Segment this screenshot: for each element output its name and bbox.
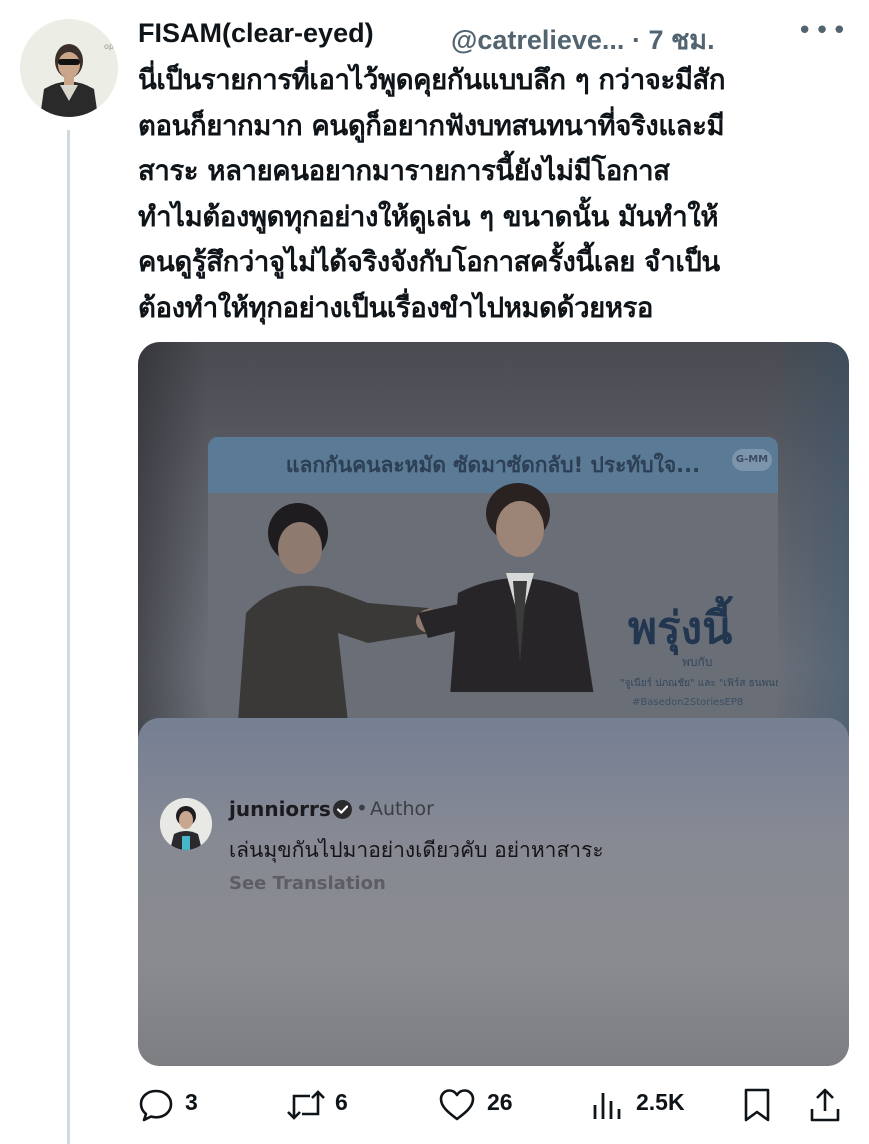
reply-count: 3 <box>185 1089 198 1115</box>
timestamp[interactable]: · 7 ชม. <box>632 25 715 55</box>
comment-text: เล่นมุขกันไปมาอย่างเดียวคับ อย่าหาสาระ <box>229 838 604 862</box>
bookmark-icon <box>744 1088 770 1122</box>
repost-button[interactable]: 6 <box>285 1082 365 1126</box>
tweet-text-line: ต้องทำให้ทุกอย่างเป็นเรื่องขำไปหมดด้วยหร… <box>138 291 654 324</box>
media-shade <box>138 342 208 742</box>
tweet-text-line: ทำไมต้องพูดทุกอย่างให้ดูเล่น ๆ ขนาดนั้น … <box>138 200 719 233</box>
commenter-username[interactable]: junniorrs <box>229 797 331 821</box>
action-bar: 3 6 26 2.5K <box>138 1082 849 1126</box>
comment-overlay: junniorrs • Author เล่นมุขกันไปมาอย่างเด… <box>138 718 849 1066</box>
poster-headline: พรุ่งนี้ <box>628 603 733 654</box>
author-label: Author <box>370 798 434 820</box>
verified-check-icon <box>333 800 352 819</box>
tweet-text-line: สาระ หลายคนอยากมารายการนี้ยังไม่มีโอกาส <box>138 155 670 187</box>
svg-text:op: op <box>104 42 114 51</box>
media-shade <box>769 342 849 762</box>
tweet-header: FISAM(clear-eyed) @catrelieve... · 7 ชม.… <box>138 14 849 56</box>
tweet-text: นี่เป็นรายการที่เอาไว้พูดคุยกันแบบลึก ๆ … <box>138 58 838 331</box>
reply-icon <box>139 1089 173 1122</box>
repost-icon <box>287 1090 325 1120</box>
poster-image: แลกกันคนละหมัด ซัดมาซัดกลับ! ประทับใจ...… <box>208 437 778 722</box>
bookmark-button[interactable] <box>741 1082 777 1126</box>
like-icon <box>439 1089 475 1121</box>
share-icon <box>810 1088 840 1122</box>
tweet-text-line: ตอนก็ยากมาก คนดูก็อยากฟังบทสนทนาที่จริงแ… <box>138 109 725 142</box>
poster-credit: "จูเนียร์ ปภณชัย" และ "เฟิร์ส ธนพนธ์" <box>620 678 778 689</box>
person-right <box>418 483 594 692</box>
handle[interactable]: @catrelieve... <box>451 25 624 55</box>
like-button[interactable]: 26 <box>438 1082 528 1126</box>
author-avatar[interactable]: op <box>20 19 118 117</box>
see-translation-link[interactable]: See Translation <box>229 873 386 894</box>
handle-and-time[interactable]: @catrelieve... · 7 ชม. <box>451 18 715 61</box>
views-button[interactable]: 2.5K <box>591 1082 711 1126</box>
poster-logo: G-MM <box>732 449 772 471</box>
display-name[interactable]: FISAM(clear-eyed) <box>138 18 374 49</box>
thread-line <box>67 130 70 1144</box>
views-count: 2.5K <box>636 1089 685 1115</box>
tweet-text-line: นี่เป็นรายการที่เอาไว้พูดคุยกันแบบลึก ๆ … <box>138 64 726 96</box>
views-icon <box>593 1093 621 1119</box>
repost-count: 6 <box>335 1089 348 1115</box>
comment-separator: • <box>356 796 368 820</box>
share-button[interactable] <box>808 1082 844 1126</box>
like-count: 26 <box>487 1089 513 1115</box>
reply-button[interactable]: 3 <box>138 1082 218 1126</box>
commenter-avatar[interactable] <box>160 798 212 850</box>
more-dots-icon[interactable]: ••• <box>797 16 849 46</box>
media-image[interactable]: แลกกันคนละหมัด ซัดมาซัดกลับ! ประทับใจ...… <box>138 342 849 1066</box>
tweet-text-line: คนดูรู้สึกว่าจูไม่ได้จริงจังกับโอกาสครั้… <box>138 246 720 278</box>
poster-sub: พบกับ <box>682 655 713 669</box>
poster-hashtag: #Basedon2StoriesEP8 <box>632 697 744 708</box>
poster-body: พรุ่งนี้ พบกับ "จูเนียร์ ปภณชัย" และ "เฟ… <box>208 483 778 722</box>
